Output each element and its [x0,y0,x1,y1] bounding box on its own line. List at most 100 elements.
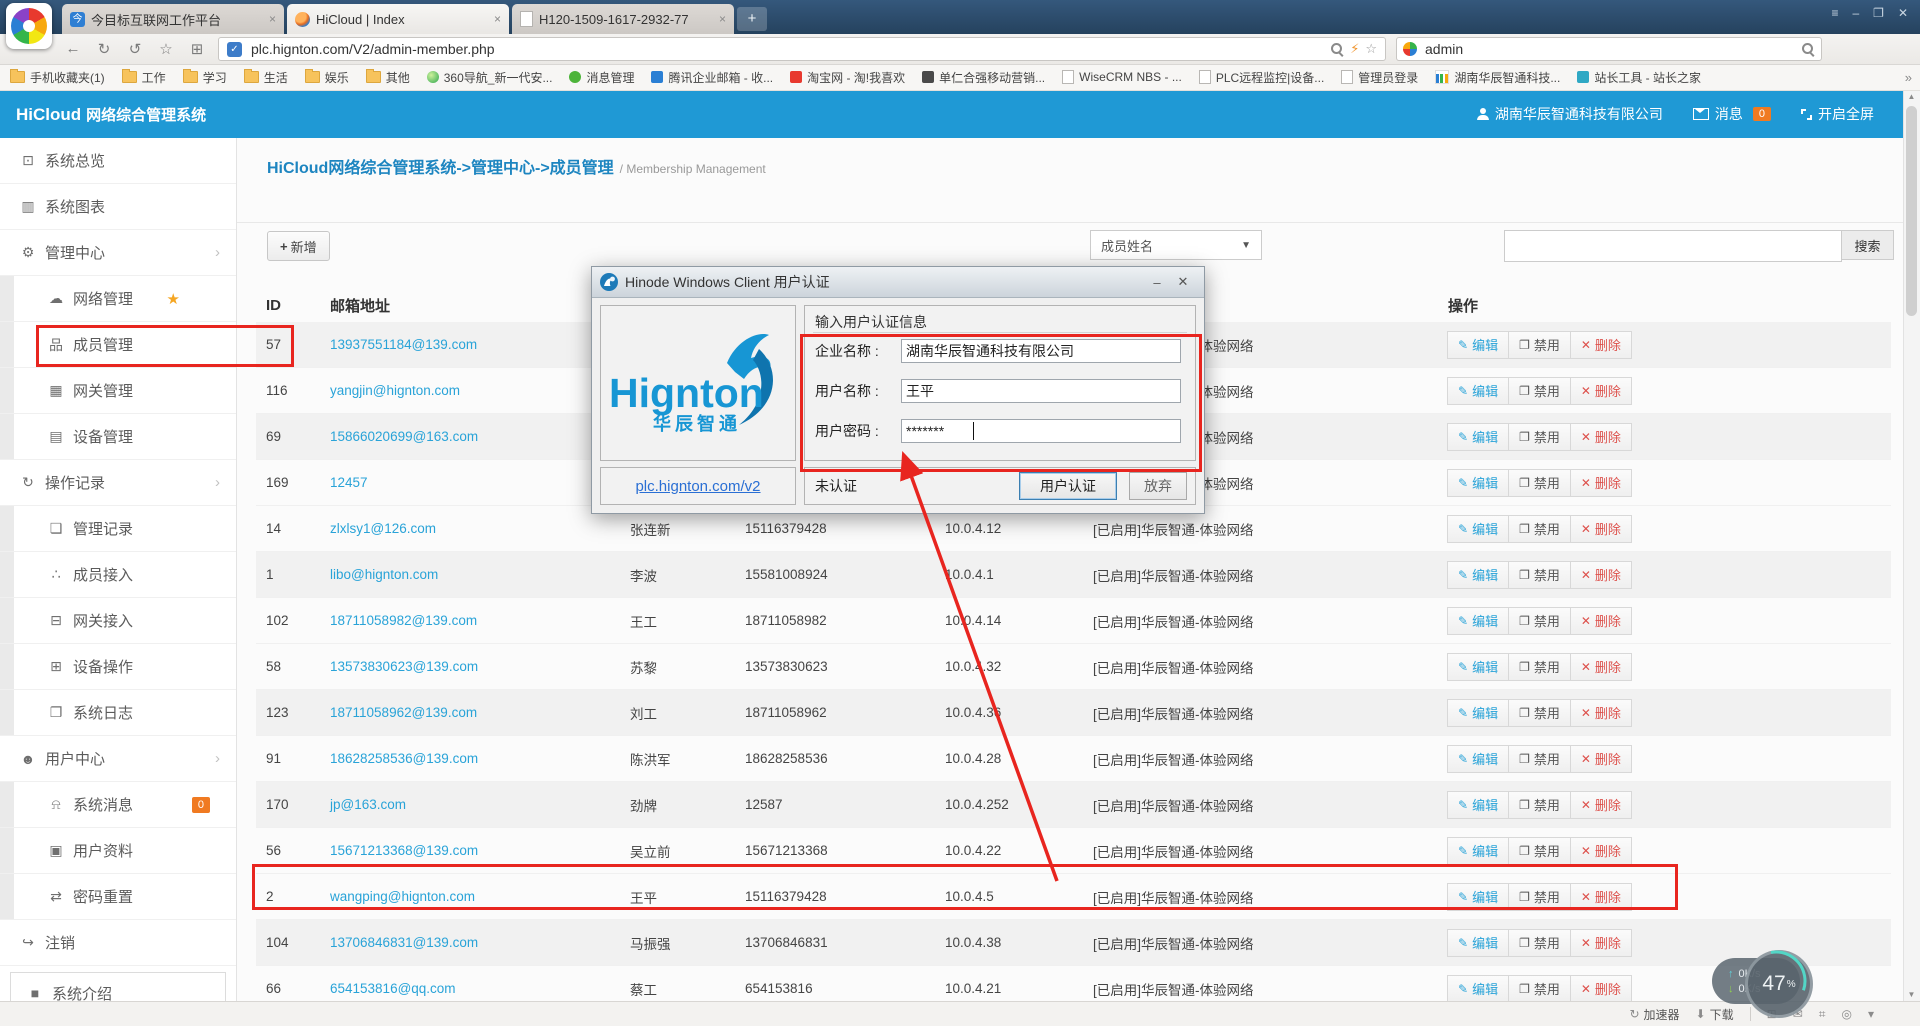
edit-button[interactable]: ✎编辑 [1447,377,1509,405]
tab-close-icon[interactable]: × [269,12,276,26]
bookmark-item[interactable]: 淘宝网 - 淘!我喜欢 [790,69,905,86]
disable-button[interactable]: ❐禁用 [1508,837,1571,865]
authenticate-button[interactable]: 用户认证 [1019,472,1117,500]
edit-button[interactable]: ✎编辑 [1447,975,1509,1003]
delete-button[interactable]: ✕删除 [1570,791,1632,819]
bookmark-item[interactable]: PLC远程监控|设备... [1199,69,1324,86]
tab-close-icon[interactable]: × [494,12,501,26]
edit-button[interactable]: ✎编辑 [1447,699,1509,727]
edit-button[interactable]: ✎编辑 [1447,423,1509,451]
sidebar-item-log[interactable]: ❐系统日志 [0,690,236,736]
disable-button[interactable]: ❐禁用 [1508,929,1571,957]
edit-button[interactable]: ✎编辑 [1447,331,1509,359]
browser-logo[interactable] [6,3,52,49]
bookmark-item[interactable]: 生活 [244,69,288,86]
sidebar-item-bell[interactable]: ⍾系统消息0 [0,782,236,828]
email-link[interactable]: 13706846831@139.com [330,935,478,950]
lightning-icon[interactable]: ⚡ [1350,41,1359,57]
edit-button[interactable]: ✎编辑 [1447,929,1509,957]
menu-icon[interactable]: ≡ [1831,6,1838,20]
browser-tab[interactable]: 今今目标互联网工作平台× [62,4,284,34]
disable-button[interactable]: ❐禁用 [1508,331,1571,359]
bookmark-item[interactable]: 360导航_新一代安... [427,69,553,86]
sidebar-item-desktop[interactable]: ⊡系统总览 [0,138,236,184]
fullscreen-toggle[interactable]: 开启全屏 [1801,104,1874,124]
bookmark-item[interactable]: 管理员登录 [1341,69,1418,86]
bookmark-item[interactable]: 湖南华辰智通科技... [1435,69,1560,86]
sidebar-item-sitemap[interactable]: 品成员管理 [0,322,236,368]
sidebar-item-share[interactable]: ∴成员接入 [0,552,236,598]
back-icon[interactable]: ← [64,40,82,58]
sidebar-item-reset[interactable]: ⇄密码重置 [0,874,236,920]
edit-button[interactable]: ✎编辑 [1447,653,1509,681]
tab-close-icon[interactable]: × [719,12,726,26]
sidebar-item-intro[interactable]: ■系统介绍 [10,972,226,1002]
capture-icon[interactable]: ⊞ [188,40,206,58]
disable-button[interactable]: ❐禁用 [1508,377,1571,405]
delete-button[interactable]: ✕删除 [1570,837,1632,865]
text-input[interactable] [901,339,1181,363]
disable-button[interactable]: ❐禁用 [1508,653,1571,681]
edit-button[interactable]: ✎编辑 [1447,607,1509,635]
dialog-minimize-icon[interactable]: – [1144,275,1170,290]
zoom-icon[interactable] [1330,42,1344,56]
delete-button[interactable]: ✕删除 [1570,515,1632,543]
bookmark-item[interactable]: 工作 [122,69,166,86]
email-link[interactable]: 654153816@qq.com [330,981,456,996]
delete-button[interactable]: ✕删除 [1570,607,1632,635]
close-icon[interactable]: ✕ [1898,6,1908,20]
delete-button[interactable]: ✕删除 [1570,423,1632,451]
text-input[interactable] [901,379,1181,403]
company-account[interactable]: 湖南华辰智通科技有限公司 [1477,104,1663,124]
delete-button[interactable]: ✕删除 [1570,745,1632,773]
disable-button[interactable]: ❐禁用 [1508,607,1571,635]
status-more-icon[interactable]: ▾ [1868,1007,1874,1021]
page-scrollbar[interactable]: ▲ ▼ [1903,90,1920,1002]
member-search-input[interactable] [1504,230,1842,262]
bookmark-item[interactable]: WiseCRM NBS - ... [1062,70,1182,84]
sidebar-item-chart[interactable]: ▥系统图表 [0,184,236,230]
disable-button[interactable]: ❐禁用 [1508,883,1571,911]
email-link[interactable]: 18711058962@139.com [330,705,477,720]
add-member-button[interactable]: + 新增 [267,231,330,261]
disable-button[interactable]: ❐禁用 [1508,423,1571,451]
bookmark-item[interactable]: 站长工具 - 站长之家 [1577,69,1701,86]
accelerator-button[interactable]: ↻ 加速器 [1629,1006,1679,1023]
email-link[interactable]: 15866020699@163.com [330,429,478,444]
email-link[interactable]: zlxlsy1@126.com [330,521,436,536]
memory-usage-ball[interactable]: 47% [1745,950,1813,1018]
delete-button[interactable]: ✕删除 [1570,377,1632,405]
delete-button[interactable]: ✕删除 [1570,469,1632,497]
disable-button[interactable]: ❐禁用 [1508,469,1571,497]
filter-select[interactable]: 成员姓名 ▼ [1090,230,1262,260]
edit-button[interactable]: ✎编辑 [1447,883,1509,911]
download-button[interactable]: ⬇ 下载 [1696,1006,1734,1023]
edit-button[interactable]: ✎编辑 [1447,515,1509,543]
bookmark-item[interactable]: 单仁合强移动营销... [922,69,1045,86]
sidebar-item-plus[interactable]: ⊞设备操作 [0,644,236,690]
bookmark-item[interactable]: 娱乐 [305,69,349,86]
delete-button[interactable]: ✕删除 [1570,883,1632,911]
sidebar-item-logout[interactable]: ↪注销 [0,920,236,966]
email-link[interactable]: 13573830623@139.com [330,659,478,674]
status-find-icon[interactable]: ◎ [1841,1007,1851,1021]
favorite-star-icon[interactable]: ☆ [157,40,175,58]
search-icon[interactable] [1801,42,1815,56]
disable-button[interactable]: ❐禁用 [1508,561,1571,589]
email-link[interactable]: 12457 [330,475,368,490]
bookmark-item[interactable]: 消息管理 [569,69,634,86]
sidebar-item-doc[interactable]: ❏管理记录 [0,506,236,552]
delete-button[interactable]: ✕删除 [1570,561,1632,589]
bookmark-item[interactable]: 手机收藏夹(1) [10,69,105,86]
password-input[interactable] [901,419,1181,443]
sidebar-item-history[interactable]: ↻操作记录› [0,460,236,506]
sidebar-item-grid[interactable]: ▦网关管理 [0,368,236,414]
dialog-title-bar[interactable]: Hinode Windows Client 用户认证 – ✕ [592,267,1204,298]
disable-button[interactable]: ❐禁用 [1508,745,1571,773]
address-bar[interactable]: ✓ ⚡ ☆ [218,37,1386,61]
email-link[interactable]: libo@hignton.com [330,567,438,582]
delete-button[interactable]: ✕删除 [1570,331,1632,359]
scrollbar-thumb[interactable] [1906,106,1917,316]
search-button[interactable]: 搜索 [1842,230,1894,260]
disable-button[interactable]: ❐禁用 [1508,515,1571,543]
